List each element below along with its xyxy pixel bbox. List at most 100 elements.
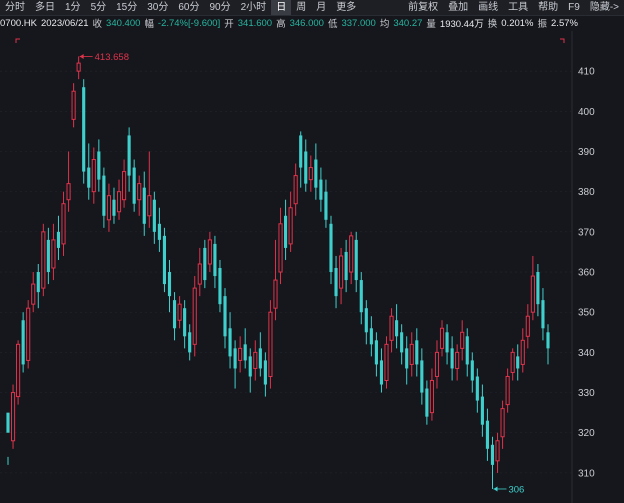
candle-body-31: [162, 235, 167, 285]
high-label: 高: [276, 19, 286, 30]
candlestick-chart[interactable]: 310 320 330 340 350 360 370 380 390 400 410 413.658…: [0, 31, 624, 503]
candle-body-43: [223, 296, 227, 337]
candle-body-103: [525, 315, 530, 337]
candle-body-38: [197, 263, 202, 285]
candle-body-40: [207, 239, 212, 265]
candle-body-36: [188, 332, 192, 353]
candle-body-27: [142, 187, 146, 224]
candle-body-83: [425, 388, 429, 417]
candle-body-56: [288, 207, 293, 245]
candle-body-21: [112, 199, 116, 216]
candle-body-77: [395, 320, 399, 337]
candle-body-94: [480, 396, 484, 425]
avg-label: 均: [379, 19, 390, 30]
period-tab-9[interactable]: 日: [271, 0, 292, 15]
candle-body-19: [102, 175, 106, 216]
annotation-arrow-low: [493, 486, 498, 492]
candle-body-58: [299, 135, 303, 168]
date-label: 2023/06/21: [40, 17, 89, 29]
candle-body-100: [510, 351, 515, 373]
turnover-value: 0.201%: [501, 17, 534, 29]
candle-body-84: [429, 380, 434, 414]
period-tab-1[interactable]: 多日: [30, 0, 60, 15]
candle-body-76: [389, 315, 394, 341]
period-tab-0[interactable]: 分时: [0, 0, 30, 15]
candle-body-29: [152, 199, 156, 232]
candle-body-3: [21, 320, 25, 365]
period-tab-8[interactable]: 2小时: [236, 0, 272, 15]
close-value: 340.400: [106, 17, 141, 29]
avg-value: 340.27: [393, 17, 423, 29]
menu-item-5[interactable]: F9: [563, 0, 585, 15]
candle-body-25: [132, 167, 136, 204]
candle-body-107: [546, 332, 550, 349]
candle-body-92: [470, 360, 474, 381]
candle-body-91: [465, 336, 469, 365]
candle-body-32: [167, 272, 172, 297]
candle-body-45: [233, 348, 237, 369]
period-tab-10[interactable]: 周: [291, 0, 311, 15]
candle-body-65: [334, 268, 338, 297]
period-tab-2[interactable]: 1分: [60, 0, 86, 15]
menu-item-4[interactable]: 帮助: [533, 0, 563, 15]
period-tab-12[interactable]: 更多: [331, 0, 361, 15]
period-tabs: 分时 多日 1分 5分 15分 30分 60分 90分 2小时日周月更多: [0, 0, 361, 15]
candle-body-4: [26, 307, 31, 361]
y-tick-label-400: 400: [578, 107, 595, 118]
candle-body-99: [505, 375, 510, 406]
menu-item-1[interactable]: 叠加: [443, 0, 473, 15]
close-label: 收: [92, 19, 103, 30]
candle-body-89: [455, 351, 460, 369]
volume-value: 1930.44万: [439, 19, 484, 30]
candle-body-82: [420, 360, 424, 393]
y-tick-label-370: 370: [578, 227, 595, 238]
candle-body-14: [76, 62, 81, 72]
candle-body-98: [500, 408, 505, 438]
period-tab-5[interactable]: 30分: [142, 0, 173, 15]
y-tick-label-310: 310: [578, 468, 595, 479]
candle-body-68: [349, 235, 354, 273]
candle-body-71: [364, 308, 368, 333]
menu-item-6[interactable]: 隐藏->: [585, 0, 624, 15]
menu-item-2[interactable]: 画线: [473, 0, 503, 15]
period-tab-11[interactable]: 月: [311, 0, 331, 15]
candle-body-15: [82, 87, 86, 172]
candle-body-57: [293, 175, 298, 205]
candle-body-35: [183, 308, 187, 337]
period-tab-3[interactable]: 5分: [86, 0, 112, 15]
period-tab-4[interactable]: 15分: [111, 0, 142, 15]
candle-body-11: [61, 203, 66, 245]
candle-body-18: [97, 151, 101, 180]
candle-body-20: [106, 195, 111, 221]
candle-body-37: [192, 287, 197, 345]
candle-body-23: [122, 171, 127, 201]
menu-item-0[interactable]: 前复权: [403, 0, 443, 15]
period-tab-6[interactable]: 60分: [173, 0, 204, 15]
candle-body-66: [339, 255, 344, 289]
tool-menu: 前复权 叠加 画线 工具 帮助 F9 隐藏->: [403, 0, 624, 15]
candle-body-69: [354, 239, 358, 281]
turnover-label: 换: [487, 19, 498, 30]
candle-body-80: [409, 343, 414, 365]
candle-body-55: [284, 215, 288, 248]
y-tick-label-350: 350: [578, 308, 595, 319]
y-tick-label-330: 330: [578, 388, 595, 399]
y-tick-label-380: 380: [578, 187, 595, 198]
annotation-label-high: 413.658: [95, 52, 129, 63]
menu-item-3[interactable]: 工具: [503, 0, 533, 15]
candle-body-5: [31, 283, 36, 305]
candle-body-54: [278, 223, 283, 273]
symbol-label: 0700.HK: [0, 17, 37, 29]
open-label: 开: [224, 19, 234, 30]
period-tab-7[interactable]: 90分: [205, 0, 236, 15]
candle-body-72: [369, 328, 373, 345]
y-tick-label-340: 340: [578, 348, 595, 359]
volume-label: 量: [426, 19, 436, 30]
candle-body-64: [329, 223, 333, 273]
candle-body-51: [263, 360, 267, 385]
annotation-label-low: 306: [508, 484, 524, 495]
candle-body-73: [374, 340, 378, 365]
candle-body-47: [243, 344, 247, 361]
candle-body-78: [400, 332, 404, 353]
candle-body-93: [475, 376, 479, 401]
